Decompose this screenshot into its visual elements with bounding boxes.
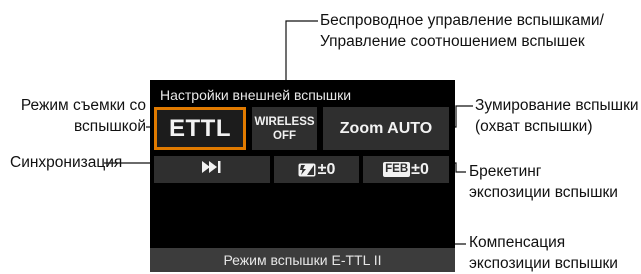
flash-mode-value: ETTL [169,114,231,142]
callout-comp: Компенсация экспозиции вспышки [469,232,618,274]
flash-comp-value: ±0 [317,160,336,178]
zoom-cell[interactable]: Zoom AUTO [323,107,449,150]
callout-wireless: Беспроводное управление вспышками/ Управ… [320,10,604,52]
feb-value: ±0 [411,160,429,178]
callout-mode-line2: вспышкой [73,118,146,135]
callout-comp-line2: экспозиции вспышки [469,255,618,272]
wireless-value: OFF [273,129,296,142]
callout-zoom-line2: (охват вспышки) [475,118,593,135]
flash-comp-cell[interactable]: ±0 [274,156,359,183]
callout-feb-line2: экспозиции вспышки [469,184,618,201]
wireless-label: WIRELESS [254,115,315,128]
callout-zoom: Зумирование вспышки (охват вспышки) [475,95,639,137]
callout-wireless-line1: Беспроводное управление вспышками/ [320,12,604,29]
wireless-cell[interactable]: WIRELESS OFF [252,107,317,150]
callout-feb-line1: Брекетинг [469,163,542,180]
feb-cell[interactable]: FEB ±0 [363,156,449,183]
callout-comp-line1: Компенсация [469,234,566,251]
callout-mode: Режим съемки со вспышкой [21,95,146,137]
flash-mode-status-bar: Режим вспышки E-TTL II [150,248,455,272]
feb-badge: FEB [383,162,411,177]
screen-title: Настройки внешней вспышки [160,87,352,103]
zoom-value: Zoom AUTO [339,119,433,137]
camera-screen: Настройки внешней вспышки ETTL WIRELESS … [150,80,455,272]
sync-cell[interactable] [154,156,270,183]
callout-zoom-line1: Зумирование вспышки [475,97,639,114]
callout-mode-line1: Режим съемки со [20,97,146,114]
flash-mode-status: Режим вспышки E-TTL II [223,252,382,268]
callout-wireless-line2: Управление соотношением вспышек [320,33,585,50]
flash-mode-cell[interactable]: ETTL [154,107,246,150]
flash-exposure-compensation-icon [298,163,316,177]
callout-feb: Брекетинг экспозиции вспышки [469,161,618,203]
high-speed-sync-icon [201,160,223,179]
callout-sync: Синхронизация [10,154,123,171]
